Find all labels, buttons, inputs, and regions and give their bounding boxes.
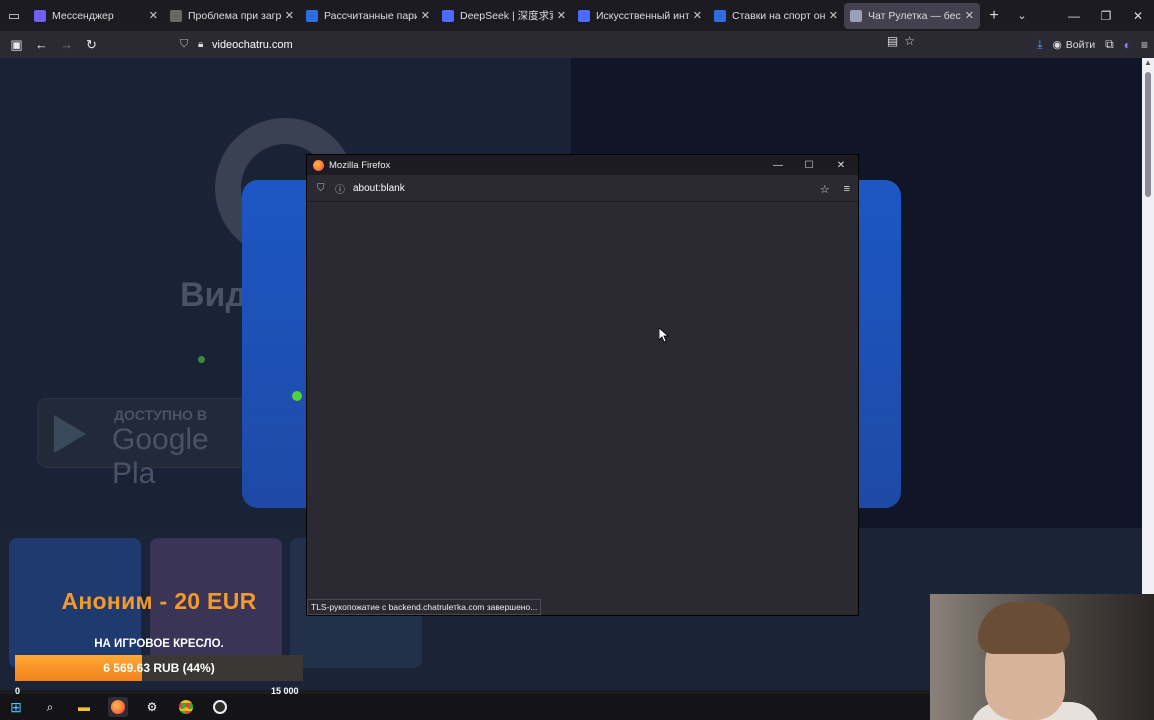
extensions-icon[interactable]: ⧉ — [1105, 37, 1114, 52]
windows-start-icon[interactable]: ⊞ — [6, 697, 26, 717]
obs-taskbar-icon[interactable] — [210, 697, 230, 717]
site-heading: Вид — [180, 276, 248, 314]
close-tab-icon[interactable]: ✕ — [557, 9, 566, 22]
online-indicator — [198, 356, 205, 363]
close-tab-icon[interactable]: ✕ — [285, 9, 294, 22]
tab-strip: ▭ Мессенджер✕Проблема при загрузке с✕Рас… — [0, 0, 1154, 31]
close-window-icon[interactable]: ✕ — [1122, 0, 1154, 31]
popup-address-bar[interactable]: ⛉ ⓘ about:blank ☆ ≡ — [307, 175, 858, 202]
tab-title: Рассчитанные пари | БЕТ — [324, 9, 417, 22]
info-icon[interactable]: ⓘ — [335, 181, 353, 196]
popup-blank-content — [307, 203, 858, 615]
shield-icon[interactable]: ⛉ — [317, 183, 335, 194]
minimize-icon[interactable]: — — [1058, 0, 1090, 31]
chrome-taskbar-icon[interactable] — [176, 697, 196, 717]
popup-url[interactable]: about:blank — [353, 183, 405, 194]
browser-tab[interactable]: Чат Рулетка — бесплатна ✕ — [844, 2, 980, 29]
google-play-badge[interactable]: ДОСТУПНО В Google Pla — [37, 398, 257, 490]
tab-title: DeepSeek | 深度求索 — [460, 10, 553, 22]
popup-close-icon[interactable]: ✕ — [826, 155, 856, 175]
firefox-taskbar-icon[interactable] — [108, 697, 128, 717]
lock-icon[interactable]: 🔒︎ — [198, 39, 212, 50]
tab-list-icon[interactable]: ▭ — [0, 0, 28, 31]
browser-tab[interactable]: Проблема при загрузке с ✕ — [164, 3, 300, 29]
tab-title: Ставки на спорт онлайн — [732, 9, 825, 22]
deepseek-icon — [578, 9, 590, 22]
search-icon[interactable]: ⌕ — [40, 697, 60, 717]
browser-tab[interactable]: Искусственный интеллек ✕ — [572, 3, 708, 29]
bookmark-star-icon[interactable]: ☆ — [820, 183, 830, 196]
close-tab-icon[interactable]: ✕ — [693, 9, 702, 22]
close-tab-icon[interactable]: ✕ — [829, 9, 838, 22]
b-icon — [714, 9, 726, 22]
webcam-hair — [978, 602, 1070, 654]
back-icon[interactable]: ← — [29, 32, 54, 57]
close-tab-icon[interactable]: ✕ — [149, 9, 158, 22]
tabs-container: Мессенджер✕Проблема при загрузке с✕Рассч… — [28, 2, 980, 29]
tab-title: Мессенджер — [52, 9, 114, 22]
tab-title: Проблема при загрузке с — [188, 9, 281, 22]
warning-icon — [170, 9, 182, 22]
download-icon[interactable]: ⤓ — [1037, 37, 1042, 52]
login-button[interactable]: ◉ Войти — [1053, 39, 1096, 51]
scrollbar-thumb[interactable] — [1145, 72, 1151, 197]
webcam-overlay — [930, 594, 1154, 720]
deepseek-icon — [442, 9, 454, 22]
url-bar[interactable]: ⛉ 🔒︎ videochatru.com ▤ ☆ — [180, 34, 915, 55]
tab-title: Чат Рулетка — бесплатна — [868, 9, 961, 22]
b-icon — [306, 9, 318, 22]
popup-minimize-icon[interactable]: — — [763, 155, 793, 175]
google-play-small-text: ДОСТУПНО В — [114, 407, 207, 423]
google-play-big-text: Google Pla — [112, 423, 209, 490]
viber-icon — [34, 9, 46, 22]
popup-window: Mozilla Firefox — ☐ ✕ ⛉ ⓘ about:blank ☆ … — [307, 155, 858, 615]
sidebar-icon[interactable]: ▣ — [4, 32, 29, 57]
google-play-icon — [54, 415, 86, 453]
popup-status-bar: TLS-рукопожатие с backend.chatrulетka.co… — [307, 599, 542, 615]
menu-icon[interactable]: ≡ — [1141, 38, 1148, 52]
restore-icon[interactable]: ❐ — [1090, 0, 1122, 31]
close-tab-icon[interactable]: ✕ — [965, 9, 974, 22]
shield-icon[interactable]: ⛉ — [180, 38, 198, 51]
login-label: Войти — [1065, 38, 1096, 51]
url-text[interactable]: videochatru.com — [212, 39, 293, 51]
forward-icon[interactable]: → — [54, 32, 79, 57]
gear-icon — [850, 9, 862, 22]
donation-title: Аноним - 20 EUR — [61, 588, 257, 614]
extension-swirl-icon[interactable]: ◐ — [1124, 38, 1131, 52]
donation-progress-bar: 6 569.63 RUB (44%) — [15, 655, 303, 681]
account-icon: ◉ — [1052, 38, 1062, 51]
browser-tab[interactable]: DeepSeek | 深度求索 ✕ — [436, 3, 572, 29]
nav-right-tools: ⤓ ◉ Войти ⧉ ◐ ≡ — [1037, 31, 1148, 58]
green-status-dot — [292, 391, 302, 401]
browser-tab[interactable]: Ставки на спорт онлайн ✕ — [708, 3, 844, 29]
donation-progress-text: 6 569.63 RUB (44%) — [103, 661, 215, 675]
chevron-down-icon[interactable]: ⌄ — [1008, 9, 1036, 22]
popup-maximize-icon[interactable]: ☐ — [794, 155, 824, 175]
reader-view-icon[interactable]: ▤ — [887, 34, 898, 48]
reload-icon[interactable]: ↻ — [79, 32, 104, 57]
bookmark-star-icon[interactable]: ☆ — [904, 34, 915, 48]
scroll-up-icon[interactable]: ▲ — [1142, 58, 1154, 70]
popup-title: Mozilla Firefox — [329, 159, 391, 171]
close-tab-icon[interactable]: ✕ — [421, 9, 430, 22]
browser-tab[interactable]: Рассчитанные пари | БЕТ ✕ — [300, 3, 436, 29]
app-taskbar-icon[interactable]: ⚙ — [142, 697, 162, 717]
tab-title: Искусственный интеллек — [596, 9, 689, 22]
firefox-logo-icon — [313, 159, 324, 171]
mouse-cursor-icon — [658, 327, 670, 346]
nav-bar: ▣ ← → ↻ ⛉ 🔒︎ videochatru.com ▤ ☆ ⤓ ◉ Вой… — [0, 31, 1154, 58]
browser-tab[interactable]: Мессенджер ✕ — [28, 3, 164, 29]
menu-icon[interactable]: ≡ — [844, 183, 850, 196]
donation-subtitle: НА ИГРОВОЕ КРЕСЛО. — [94, 638, 224, 650]
new-tab-icon[interactable]: + — [980, 7, 1008, 25]
file-explorer-icon[interactable]: ▬ — [74, 697, 94, 717]
